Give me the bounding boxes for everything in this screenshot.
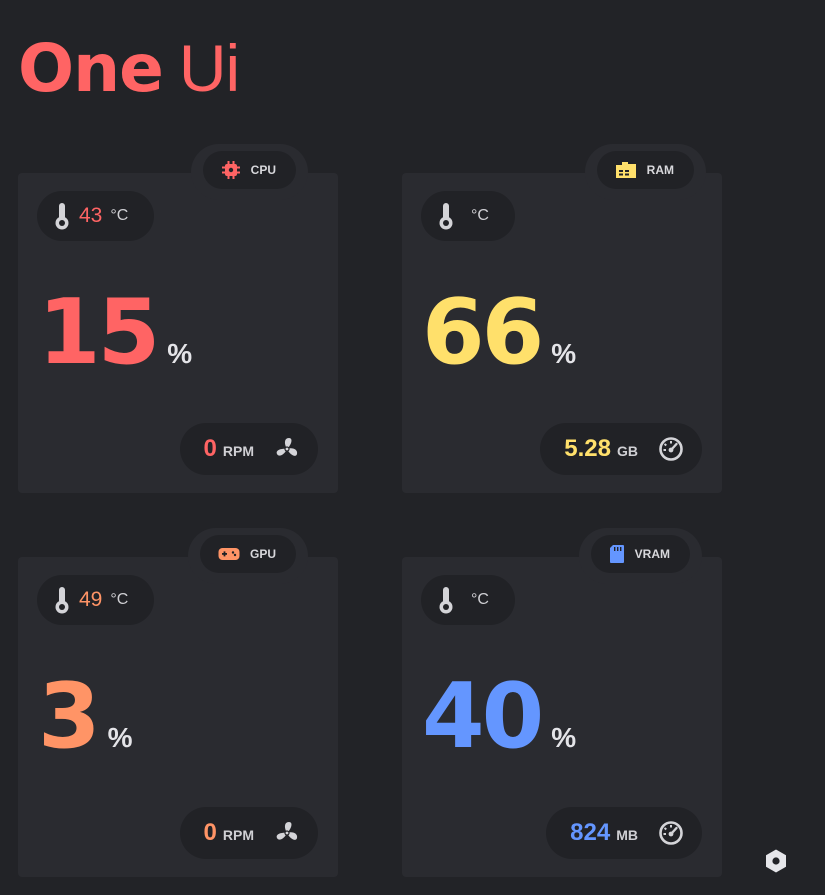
vram-used: 824 MB [546, 807, 702, 859]
cpu-usage-unit: % [167, 338, 193, 369]
gauge-icon [658, 436, 684, 462]
ram-tab: RAM [584, 144, 706, 200]
gpu-temperature-value: 49 [79, 588, 103, 611]
ram-used-value: 5.28 [564, 435, 611, 462]
gpu-fan-value: 0 [203, 819, 217, 846]
gpu-fan-unit: RPM [222, 827, 254, 843]
gauge-icon [658, 820, 684, 846]
thermometer-icon [53, 586, 71, 614]
cpu-tab: CPU [190, 144, 308, 200]
app-title-light: Ui [178, 31, 240, 105]
thermometer-icon [437, 586, 455, 614]
vram-label: VRAM [634, 547, 670, 561]
vram-temperature-unit: °C [471, 591, 489, 608]
hexagon-settings-icon[interactable] [763, 848, 789, 874]
gpu-label: GPU [249, 547, 276, 561]
fan-icon [274, 820, 300, 846]
gpu-usage-unit: % [107, 722, 133, 753]
gpu-usage: 3 % [38, 662, 133, 772]
gpu-card: GPU 49 °C 3 % 0 RPM [18, 528, 338, 877]
cpu-label: CPU [250, 163, 276, 177]
ram-temperature: °C [421, 191, 515, 241]
fan-icon [274, 436, 300, 462]
ram-temperature-unit: °C [471, 207, 489, 224]
cpu-usage-value: 15 [38, 280, 160, 385]
ram-used: 5.28 GB [540, 423, 702, 475]
vram-usage-unit: % [551, 722, 577, 753]
vram-usage: 40 % [422, 662, 576, 772]
vram-card: VRAM °C 40 % 824 MB [402, 528, 722, 877]
gpu-tab: GPU [187, 528, 308, 584]
ram-usage-unit: % [551, 338, 577, 369]
vram-temperature: °C [421, 575, 515, 625]
ram-label: RAM [646, 163, 674, 177]
ram-used-unit: GB [617, 443, 638, 459]
app-title: One Ui [18, 28, 240, 109]
thermometer-icon [53, 202, 71, 230]
gpu-temperature: 49 °C [37, 575, 155, 625]
cpu-usage: 15 % [38, 278, 192, 388]
ram-usage-value: 66 [422, 280, 544, 385]
gamepad-icon [218, 546, 240, 562]
thermometer-icon [437, 202, 455, 230]
sd-card-icon [609, 544, 625, 564]
cpu-chip-icon [221, 160, 241, 180]
memory-icon [615, 161, 637, 179]
app-title-bold: One [18, 30, 164, 107]
vram-used-value: 824 [570, 819, 611, 846]
gpu-temperature-unit: °C [110, 591, 129, 608]
cpu-fan-unit: RPM [222, 443, 254, 459]
cpu-fan-speed: 0 RPM [179, 423, 318, 475]
ram-card: RAM °C 66 % 5.28 GB [402, 144, 722, 493]
cpu-temperature-unit: °C [110, 207, 129, 224]
gpu-usage-value: 3 [38, 664, 101, 769]
app-window: One Ui CPU 43 °C 15 % 0 RPM RAM °C 66 % … [0, 0, 825, 895]
vram-tab: VRAM [578, 528, 702, 584]
cpu-fan-value: 0 [203, 435, 217, 462]
cpu-temperature: 43 °C [37, 191, 155, 241]
cpu-card: CPU 43 °C 15 % 0 RPM [18, 144, 338, 493]
vram-used-unit: MB [616, 827, 638, 843]
vram-usage-value: 40 [422, 664, 544, 769]
gpu-fan-speed: 0 RPM [179, 807, 318, 859]
cpu-temperature-value: 43 [79, 204, 103, 227]
ram-usage: 66 % [422, 278, 576, 388]
